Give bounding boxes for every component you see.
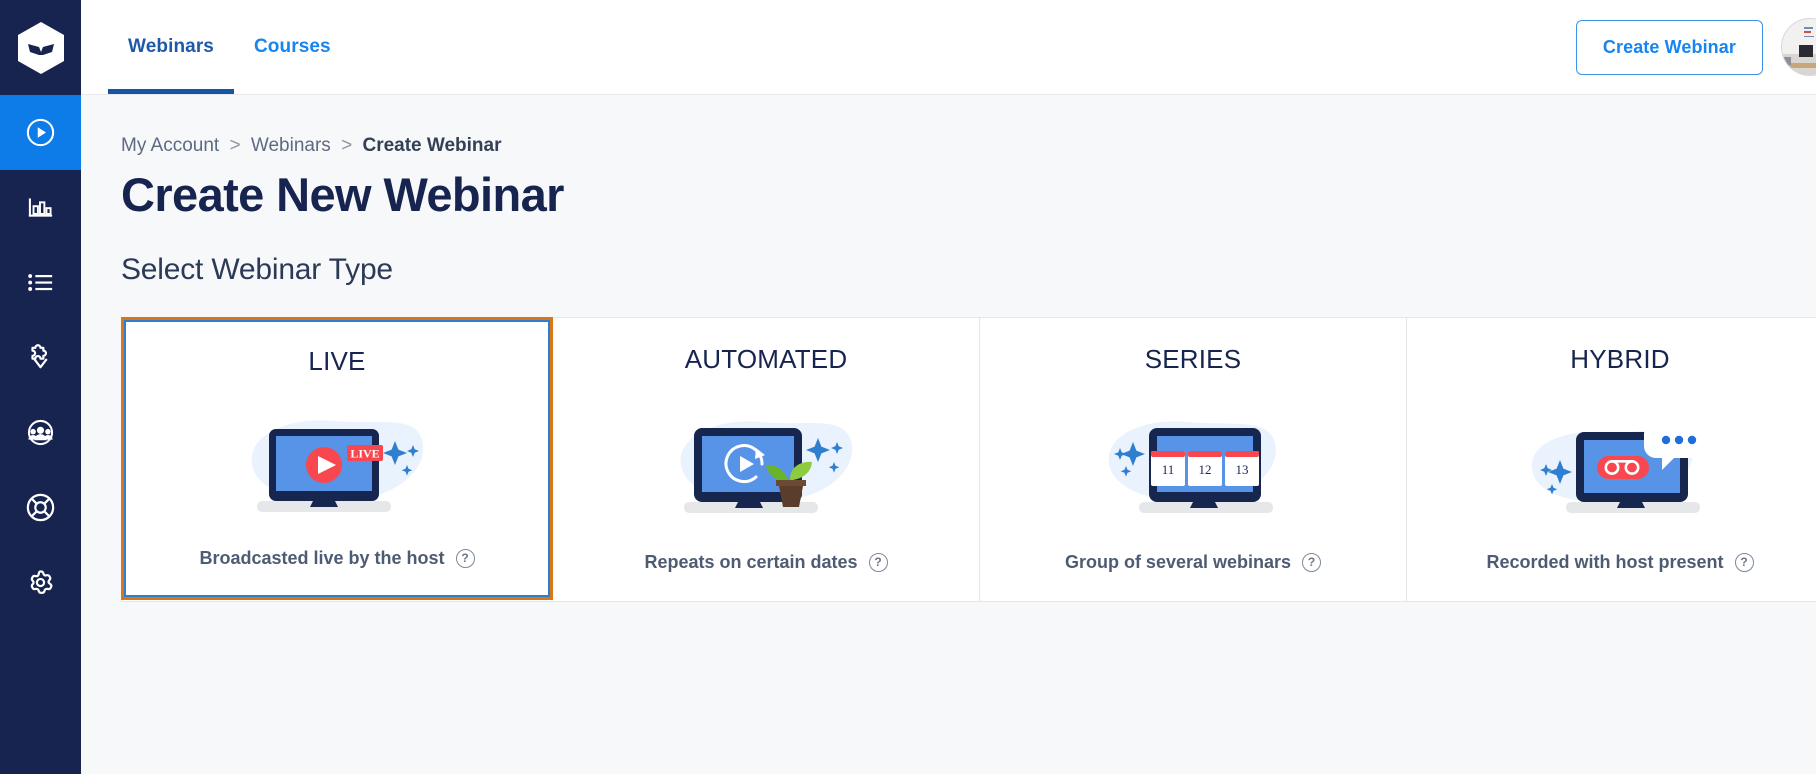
gear-icon <box>30 570 53 594</box>
svg-text:11: 11 <box>1162 462 1175 477</box>
card-art-hybrid <box>1407 381 1816 552</box>
help-icon[interactable]: ? <box>455 548 475 568</box>
sidebar-item-integrations[interactable] <box>0 320 81 395</box>
sidebar-item-broadcast[interactable] <box>0 95 81 170</box>
header-tabs: Webinars Courses <box>81 0 351 94</box>
users-icon <box>27 420 54 445</box>
webinar-type-card-live[interactable]: LIVE LIVE Broadcasted live by the host ? <box>121 316 553 600</box>
help-icon[interactable]: ? <box>1734 552 1754 572</box>
card-title-automated: AUTOMATED <box>684 343 848 374</box>
card-title-series: SERIES <box>1144 343 1242 374</box>
laptop-live-play-icon: LIVE <box>251 420 424 512</box>
tab-webinars[interactable]: Webinars <box>108 0 234 94</box>
create-webinar-button[interactable]: Create Webinar <box>1575 19 1763 75</box>
breadcrumb-item-current: Create Webinar <box>362 135 502 156</box>
card-description-live: Broadcasted live by the host <box>199 547 445 568</box>
play-circle-icon <box>26 118 55 147</box>
webinar-type-card-hybrid[interactable]: HYBRID Recorded with host present ? <box>1407 317 1816 601</box>
card-title-live: LIVE <box>308 345 366 376</box>
help-icon[interactable]: ? <box>868 552 888 572</box>
main-region: Webinars Courses Create Webinar My Accou… <box>81 0 1816 774</box>
laptop-calendar-icon: 11 12 13 <box>1108 421 1276 513</box>
calendar-day-1: 11 <box>1151 450 1185 486</box>
svg-text:13: 13 <box>1236 462 1249 477</box>
calendar-day-3: 13 <box>1225 450 1259 486</box>
top-header: Webinars Courses Create Webinar <box>81 0 1816 95</box>
section-title: Select Webinar Type <box>121 252 393 286</box>
svg-text:LIVE: LIVE <box>350 446 379 460</box>
tab-courses[interactable]: Courses <box>234 0 351 94</box>
card-description-hybrid: Recorded with host present <box>1486 551 1724 572</box>
app-logo[interactable] <box>0 0 81 95</box>
webinar-type-card-series[interactable]: SERIES 11 12 13 Group of several webinar… <box>980 317 1407 601</box>
laptop-replay-plant-icon <box>680 421 853 513</box>
card-title-hybrid: HYBRID <box>1570 343 1670 374</box>
breadcrumb-item-my-account[interactable]: My Account <box>121 135 219 156</box>
card-footer-live: Broadcasted live by the host ? <box>199 547 475 597</box>
bar-chart-icon <box>28 198 53 217</box>
content-area: My Account > Webinars > Create Webinar C… <box>81 95 1816 774</box>
puzzle-icon <box>31 344 48 369</box>
card-art-automated <box>553 381 979 552</box>
card-footer-automated: Repeats on certain dates ? <box>644 551 888 601</box>
list-icon <box>28 274 53 291</box>
svg-text:12: 12 <box>1199 462 1212 477</box>
sidebar-item-contacts[interactable] <box>0 395 81 470</box>
breadcrumb-separator: > <box>341 135 353 156</box>
calendar-day-2: 12 <box>1188 450 1222 486</box>
header-actions: Create Webinar <box>1575 0 1816 94</box>
sidebar-item-analytics[interactable] <box>0 170 81 245</box>
page-title: Create New Webinar <box>121 168 564 221</box>
sidebar-item-settings[interactable] <box>0 545 81 620</box>
sidebar-item-support[interactable] <box>0 470 81 545</box>
tab-webinars-label: Webinars <box>128 36 214 57</box>
breadcrumb-separator: > <box>229 135 241 156</box>
card-art-series: 11 12 13 <box>980 381 1406 552</box>
help-icon[interactable]: ? <box>1302 552 1322 572</box>
breadcrumb: My Account > Webinars > Create Webinar <box>121 135 1816 157</box>
avatar[interactable] <box>1781 18 1816 76</box>
laptop-recording-chat-icon <box>1531 421 1708 513</box>
app-root: Webinars Courses Create Webinar My Accou… <box>0 0 1816 774</box>
mask-logo-icon <box>17 21 64 74</box>
card-footer-hybrid: Recorded with host present ? <box>1486 551 1754 601</box>
card-description-series: Group of several webinars <box>1064 551 1292 572</box>
tab-courses-label: Courses <box>253 36 331 57</box>
card-description-automated: Repeats on certain dates <box>644 551 858 572</box>
breadcrumb-item-webinars[interactable]: Webinars <box>251 135 331 156</box>
sidebar-item-list[interactable] <box>0 245 81 320</box>
webinar-type-list: LIVE LIVE Broadcasted live by the host ?… <box>121 316 1816 602</box>
card-art-live: LIVE <box>124 383 550 548</box>
avatar-image <box>1782 19 1816 75</box>
webinar-type-card-automated[interactable]: AUTOMATED Repeats on certain dates ? <box>553 317 980 601</box>
sidebar <box>0 0 81 774</box>
life-ring-icon <box>26 493 55 522</box>
card-footer-series: Group of several webinars ? <box>1064 551 1322 601</box>
